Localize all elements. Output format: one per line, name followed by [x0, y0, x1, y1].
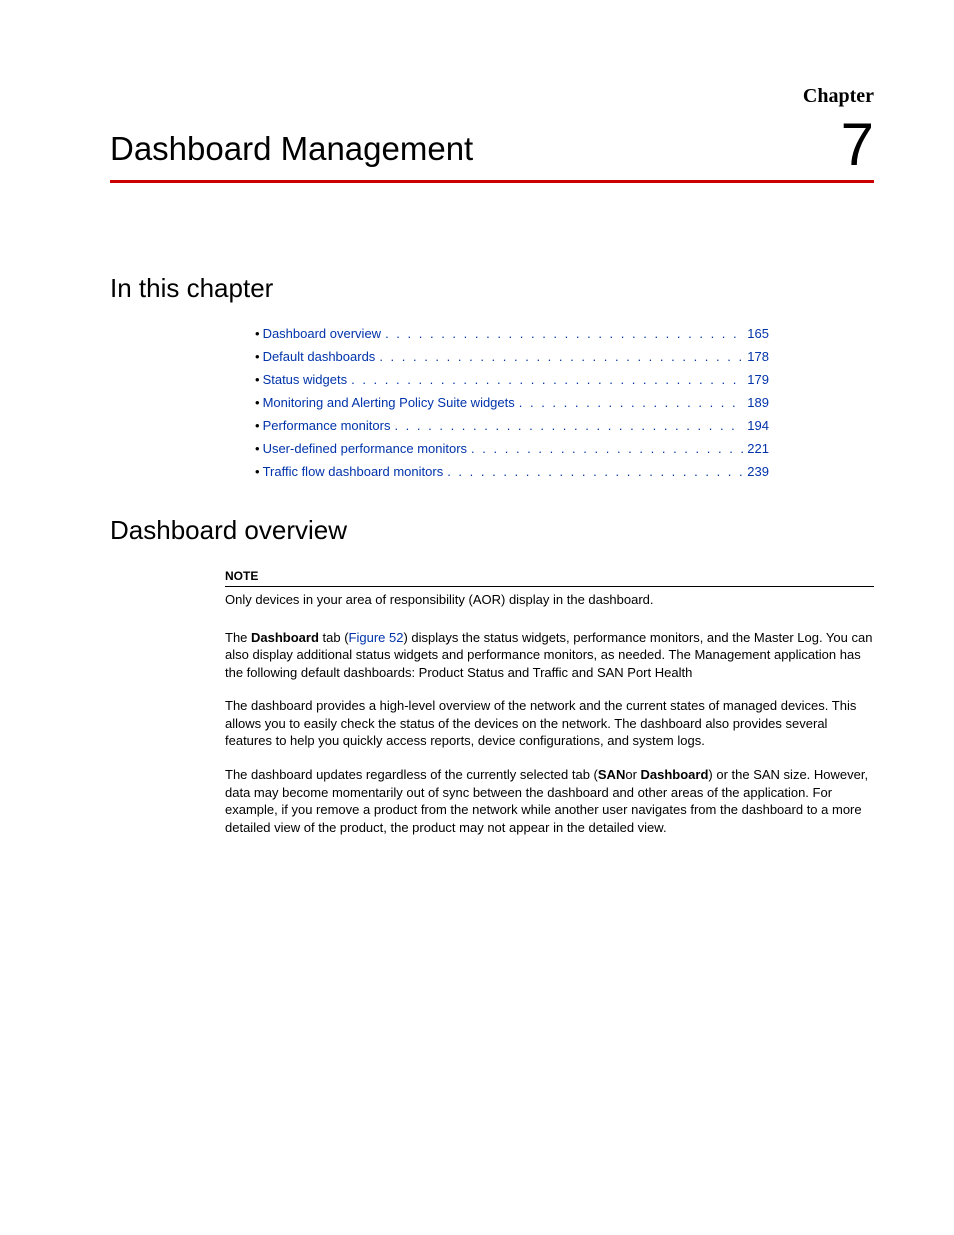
- bullet-icon: •: [255, 395, 260, 410]
- toc-page-number[interactable]: 178: [747, 349, 769, 364]
- chapter-number: 7: [841, 115, 874, 175]
- section-heading-in-this-chapter: In this chapter: [110, 273, 874, 304]
- table-of-contents: • Dashboard overview . . . . . . . . . .…: [255, 326, 769, 479]
- toc-page-number[interactable]: 194: [747, 418, 769, 433]
- toc-link-user-defined-performance-monitors[interactable]: User-defined performance monitors: [263, 441, 467, 456]
- text-fragment: or: [625, 767, 640, 782]
- bullet-icon: •: [255, 349, 260, 364]
- body-paragraph: The Dashboard tab (Figure 52) displays t…: [225, 629, 874, 682]
- body-paragraph: The dashboard updates regardless of the …: [225, 766, 874, 836]
- toc-leader-dots: . . . . . . . . . . . . . . . . . . . . …: [385, 326, 743, 341]
- bold-text: Dashboard: [641, 767, 709, 782]
- toc-link-dashboard-overview[interactable]: Dashboard overview: [263, 326, 382, 341]
- bullet-icon: •: [255, 326, 260, 341]
- toc-leader-dots: . . . . . . . . . . . . . . . . . . . . …: [351, 372, 743, 387]
- toc-page-number[interactable]: 189: [747, 395, 769, 410]
- toc-leader-dots: . . . . . . . . . . . . . . . . . . . . …: [394, 418, 743, 433]
- note-text: Only devices in your area of responsibil…: [225, 591, 874, 609]
- toc-page-number[interactable]: 221: [747, 441, 769, 456]
- toc-row: • Dashboard overview . . . . . . . . . .…: [255, 326, 769, 341]
- note-rule: [225, 586, 874, 587]
- bold-text: Dashboard: [251, 630, 319, 645]
- toc-link-traffic-flow-dashboard-monitors[interactable]: Traffic flow dashboard monitors: [263, 464, 444, 479]
- figure-reference-link[interactable]: Figure 52: [349, 630, 404, 645]
- title-rule: [110, 180, 874, 183]
- bullet-icon: •: [255, 464, 260, 479]
- section-heading-dashboard-overview: Dashboard overview: [110, 515, 874, 546]
- toc-link-status-widgets[interactable]: Status widgets: [263, 372, 348, 387]
- toc-page-number[interactable]: 165: [747, 326, 769, 341]
- toc-row: • User-defined performance monitors . . …: [255, 441, 769, 456]
- toc-leader-dots: . . . . . . . . . . . . . . . . . . . . …: [447, 464, 743, 479]
- note-label: NOTE: [225, 568, 874, 584]
- text-fragment: The dashboard updates regardless of the …: [225, 767, 598, 782]
- toc-link-default-dashboards[interactable]: Default dashboards: [263, 349, 376, 364]
- bullet-icon: •: [255, 441, 260, 456]
- toc-row: • Performance monitors . . . . . . . . .…: [255, 418, 769, 433]
- toc-page-number[interactable]: 179: [747, 372, 769, 387]
- toc-row: • Status widgets . . . . . . . . . . . .…: [255, 372, 769, 387]
- toc-row: • Traffic flow dashboard monitors . . . …: [255, 464, 769, 479]
- toc-leader-dots: . . . . . . . . . . . . . . . . . . . . …: [379, 349, 743, 364]
- toc-page-number[interactable]: 239: [747, 464, 769, 479]
- bullet-icon: •: [255, 418, 260, 433]
- toc-row: • Default dashboards . . . . . . . . . .…: [255, 349, 769, 364]
- text-fragment: The: [225, 630, 251, 645]
- bullet-icon: •: [255, 372, 260, 387]
- toc-leader-dots: . . . . . . . . . . . . . . . . . . . . …: [519, 395, 744, 410]
- text-fragment: tab (: [319, 630, 349, 645]
- toc-row: • Monitoring and Alerting Policy Suite w…: [255, 395, 769, 410]
- bold-text: SAN: [598, 767, 625, 782]
- toc-link-monitoring-alerting-policy-suite-widgets[interactable]: Monitoring and Alerting Policy Suite wid…: [263, 395, 515, 410]
- page-title: Dashboard Management: [110, 130, 874, 168]
- chapter-label: Chapter: [803, 85, 874, 108]
- body-paragraph: The dashboard provides a high-level over…: [225, 697, 874, 750]
- toc-link-performance-monitors[interactable]: Performance monitors: [263, 418, 391, 433]
- toc-leader-dots: . . . . . . . . . . . . . . . . . . . . …: [471, 441, 743, 456]
